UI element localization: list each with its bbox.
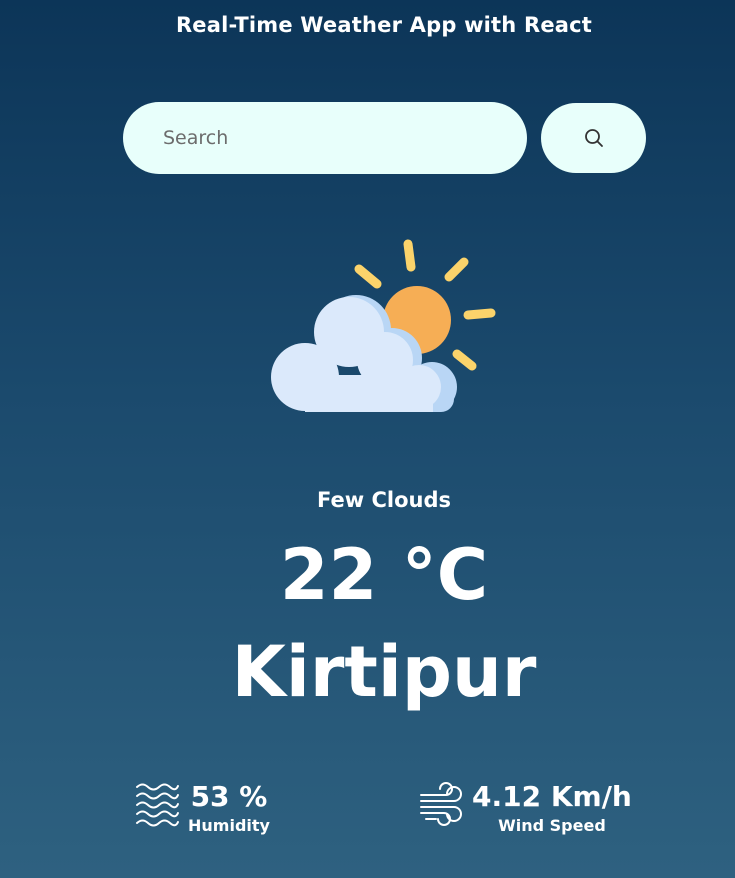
app-title: Real-Time Weather App with React [175,13,593,37]
search-icon [584,129,603,147]
humidity-label: Humidity [188,816,270,835]
partly-cloudy-day-icon [271,239,496,412]
search-bar [123,102,646,174]
search-button[interactable] [541,103,646,173]
wind-icon [420,782,462,826]
wind-speed-value: 4.12 Km/h [472,780,632,813]
temperature: 22 °C [279,534,489,616]
humidity-waves-icon [136,783,179,827]
wind-stat: 4.12 Km/h Wind Speed [418,779,632,837]
city-name: Kirtipur [231,631,537,713]
weather-condition: Few Clouds [317,488,451,512]
humidity-value: 53 % [190,780,268,813]
search-input[interactable] [123,102,527,174]
wind-speed-label: Wind Speed [498,816,606,835]
humidity-stat: 53 % Humidity [134,779,270,837]
